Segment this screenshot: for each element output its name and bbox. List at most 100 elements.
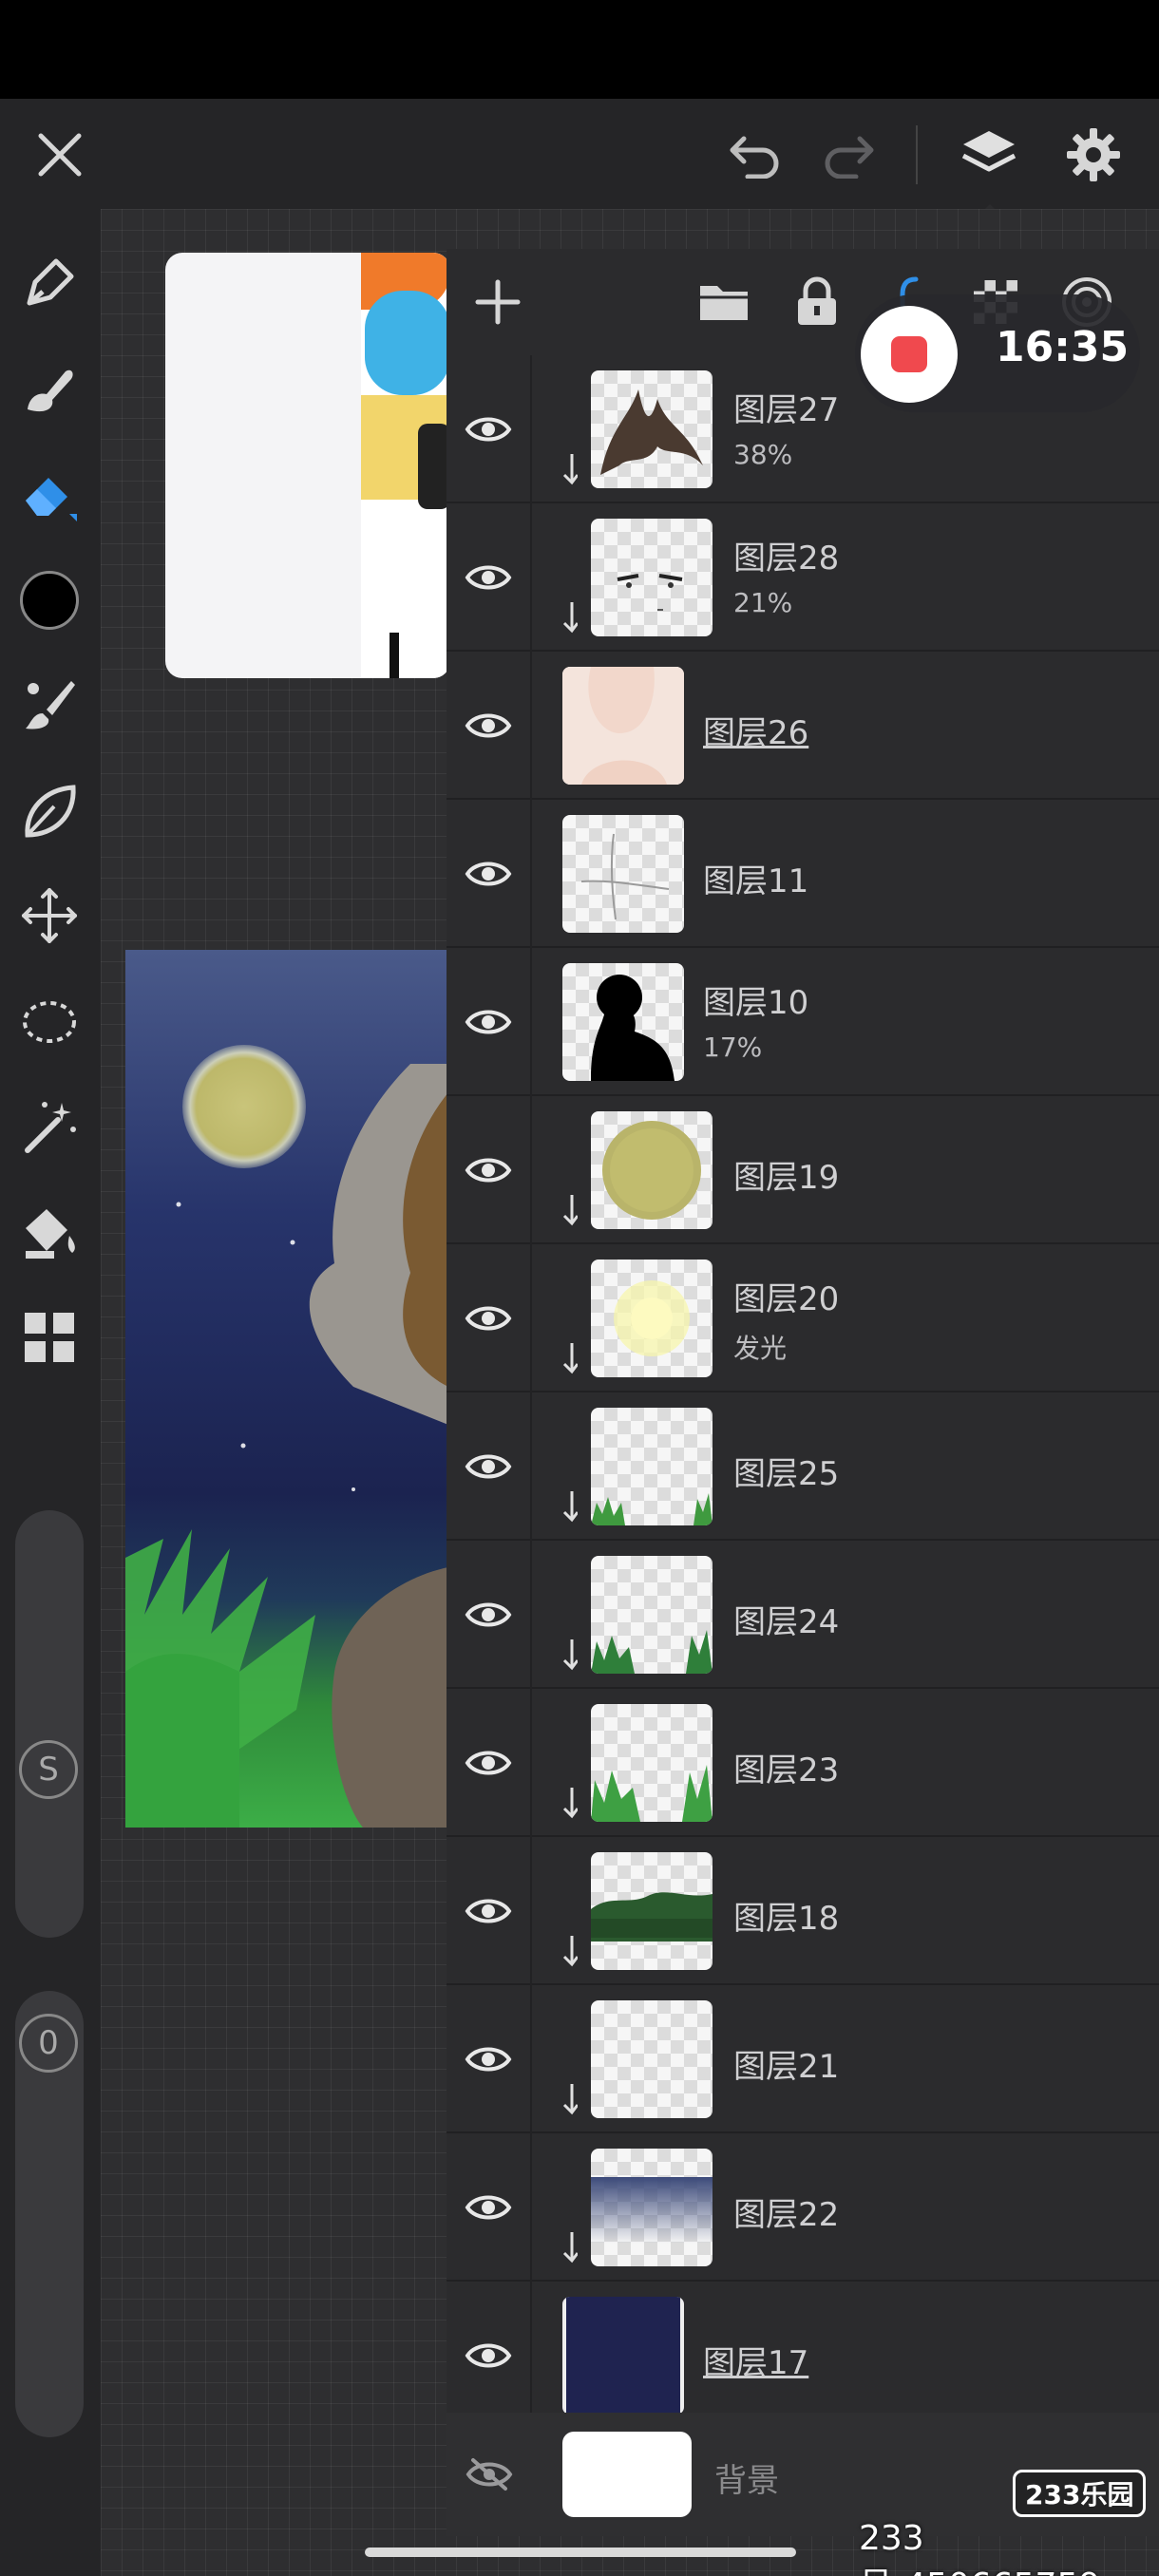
layer-row[interactable]: 图层20 发光	[446, 1244, 1159, 1392]
transform-tool[interactable]	[13, 880, 86, 952]
undo-icon	[730, 136, 779, 179]
layer-row[interactable]: 图层25	[446, 1392, 1159, 1541]
stop-recording-button[interactable]	[861, 306, 958, 403]
add-layer-button[interactable]	[464, 268, 532, 336]
settings-button[interactable]	[1060, 122, 1127, 188]
clip-arrow-icon	[562, 1491, 578, 1523]
lock-icon	[798, 276, 836, 325]
layer-thumbnail	[591, 1556, 712, 1674]
drawing-app: S 0 图层27 38% 图层28 21% 图层26 图层11 图层10 17% 图层19 图层2…	[0, 0, 1159, 2576]
brush-tool[interactable]	[13, 669, 86, 741]
brush-size-handle[interactable]: S	[19, 1740, 78, 1799]
top-toolbar	[0, 99, 1159, 216]
layer-visibility-toggle[interactable]	[446, 1541, 532, 1689]
opacity-handle[interactable]: 0	[19, 2014, 78, 2073]
reference-image[interactable]	[165, 253, 450, 678]
background-layer-name: 背景	[714, 2462, 779, 2500]
home-indicator[interactable]	[365, 2548, 796, 2557]
plus-icon	[475, 279, 521, 325]
divider	[916, 125, 918, 184]
layer-visibility-toggle[interactable]	[446, 1689, 532, 1837]
eye-icon	[465, 1306, 512, 1331]
layer-visibility-toggle[interactable]	[446, 800, 532, 948]
more-tools-button[interactable]	[13, 1301, 86, 1373]
layer-visibility-toggle[interactable]	[446, 1096, 532, 1244]
layer-row[interactable]: 图层23	[446, 1689, 1159, 1837]
eraser-icon	[26, 478, 77, 521]
layer-visibility-toggle[interactable]	[446, 2282, 532, 2430]
layer-visibility-toggle[interactable]	[446, 355, 532, 503]
lock-layer-button[interactable]	[783, 268, 851, 336]
clip-arrow-icon	[562, 602, 578, 634]
layer-meta: 发光	[733, 1333, 788, 1364]
folder-icon	[700, 286, 748, 320]
layer-row[interactable]: 图层28 21%	[446, 503, 1159, 652]
eye-icon	[465, 1751, 512, 1775]
pen-tool[interactable]	[13, 247, 86, 319]
background-visibility-toggle[interactable]	[446, 2413, 532, 2536]
layer-visibility-toggle[interactable]	[446, 503, 532, 652]
fill-tool[interactable]	[13, 1197, 86, 1269]
layer-visibility-toggle[interactable]	[446, 652, 532, 800]
eye-icon	[465, 2195, 512, 2220]
layer-visibility-toggle[interactable]	[446, 1837, 532, 1985]
eye-icon	[465, 1010, 512, 1034]
redo-icon	[825, 136, 874, 179]
move-arrows-icon	[22, 888, 77, 943]
layer-visibility-toggle[interactable]	[446, 1392, 532, 1541]
artwork-canvas[interactable]	[125, 950, 448, 1828]
watermark-logo: 233乐园	[1013, 2470, 1147, 2517]
eye-icon	[465, 1158, 512, 1183]
hair-icon	[600, 389, 703, 475]
clip-arrow-icon	[562, 2084, 578, 2115]
eye-icon	[465, 862, 512, 886]
recording-time: 16:35	[996, 323, 1130, 371]
eye-icon	[465, 417, 512, 442]
layer-thumbnail	[591, 1111, 712, 1229]
layer-thumbnail	[591, 1408, 712, 1525]
color-picker-button[interactable]	[13, 564, 86, 636]
eye-hidden-icon	[466, 2458, 513, 2491]
grid-icon	[25, 1313, 74, 1362]
layer-row[interactable]: 图层10 17%	[446, 948, 1159, 1096]
undo-button[interactable]	[722, 122, 788, 188]
layer-row[interactable]: 图层26	[446, 652, 1159, 800]
layer-visibility-toggle[interactable]	[446, 1244, 532, 1392]
layer-thumbnail	[591, 2149, 712, 2266]
leaf-icon	[25, 785, 76, 838]
brush-size-slider[interactable]	[15, 1510, 84, 1938]
layer-row[interactable]: 图层22	[446, 2133, 1159, 2282]
layer-name: 图层20	[733, 1280, 840, 1318]
grass-small-icon	[591, 1493, 712, 1525]
layer-name: 图层10	[703, 984, 809, 1022]
close-icon	[38, 133, 82, 177]
layer-visibility-toggle[interactable]	[446, 1985, 532, 2133]
magic-wand-tool[interactable]	[13, 1090, 86, 1163]
layer-row[interactable]: 图层19	[446, 1096, 1159, 1244]
layer-row[interactable]: 图层21	[446, 1985, 1159, 2133]
smudge-icon	[28, 369, 73, 412]
eraser-tool[interactable]	[13, 458, 86, 530]
layer-visibility-toggle[interactable]	[446, 948, 532, 1096]
layer-row[interactable]: 图层24	[446, 1541, 1159, 1689]
layer-visibility-toggle[interactable]	[446, 2133, 532, 2282]
glow-icon	[614, 1280, 690, 1356]
brush-icon	[26, 681, 75, 729]
lasso-tool[interactable]	[13, 986, 86, 1058]
layer-row[interactable]: 图层17	[446, 2282, 1159, 2430]
layer-row[interactable]: 图层11	[446, 800, 1159, 948]
layers-button[interactable]	[956, 122, 1022, 188]
eye-icon	[465, 2343, 512, 2368]
pen-icon	[27, 258, 74, 306]
layer-group-button[interactable]	[690, 268, 758, 336]
eye-icon	[465, 2047, 512, 2072]
layer-meta: 21%	[733, 587, 793, 618]
shape-tool[interactable]	[13, 775, 86, 847]
close-button[interactable]	[27, 122, 93, 188]
watermark-id: 233号:450665759	[859, 2519, 1100, 2576]
layer-row[interactable]: 图层18	[446, 1837, 1159, 1985]
clip-arrow-icon	[562, 1788, 578, 1819]
stop-icon	[891, 336, 927, 372]
smudge-tool[interactable]	[13, 351, 86, 424]
redo-button[interactable]	[815, 122, 882, 188]
